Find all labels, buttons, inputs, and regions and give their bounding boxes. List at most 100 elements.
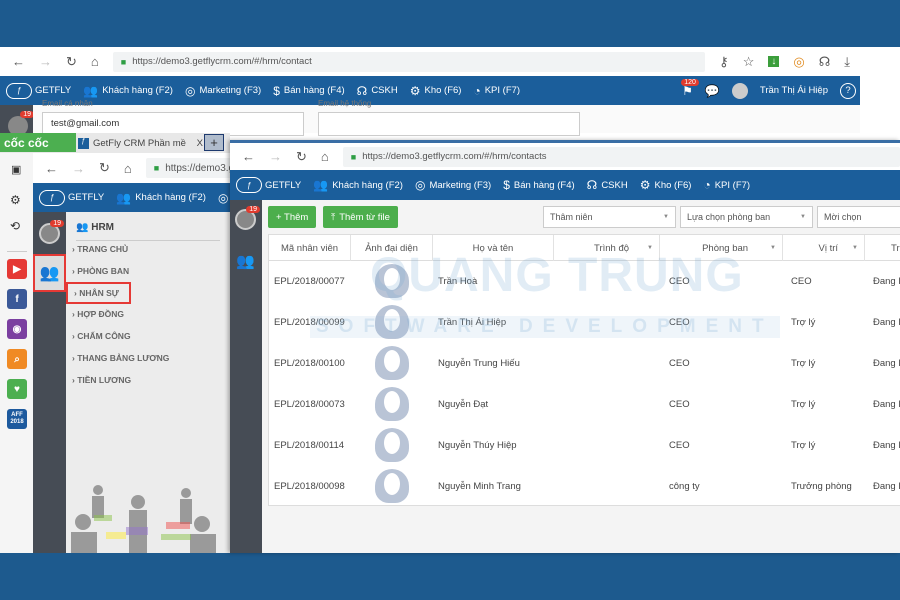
employee-id[interactable]: EPL/2018/00077 (274, 261, 345, 302)
getfly-logo[interactable]: ƒ GETFLY (6, 82, 71, 99)
email-system-field[interactable] (318, 112, 580, 136)
target-icon[interactable]: ◎ (218, 191, 228, 205)
seniority-select[interactable]: Thâm niên ▼ (543, 206, 676, 228)
reload-icon[interactable]: ↻ (99, 160, 110, 176)
employee-department: CEO (669, 358, 690, 369)
tab-getfly[interactable]: ƒ GetFly CRM Phần mề X (78, 135, 203, 152)
table-row[interactable]: EPL/2018/00073 Nguyễn Đạt CEO Trợ lý Đan… (269, 384, 900, 425)
coccoc-logo[interactable]: cốc cốc (0, 133, 76, 152)
menu-item-tien-luong[interactable]: › TIỀN LƯƠNG (72, 375, 131, 385)
avatar[interactable]: 19 (235, 206, 260, 230)
new-tab-button[interactable]: + (204, 134, 224, 151)
forward-icon[interactable]: → (269, 149, 282, 164)
address-bar[interactable]: ■ https://demo3.getflycrm.com/#/hrm/conta… (112, 51, 706, 72)
flag-notifications[interactable]: ⚑ 120 (681, 78, 699, 98)
address-bar[interactable]: ■ https://demo3.getflycrm.com/#/hrm/conta… (342, 146, 900, 167)
search-icon[interactable]: ⌕ (7, 349, 27, 369)
back-icon[interactable]: ← (45, 161, 58, 176)
headset-icon[interactable]: ☊ (819, 54, 831, 70)
menu-item-nhan-su[interactable]: › NHÂN SỰ (66, 282, 131, 304)
employee-id[interactable]: EPL/2018/00114 (274, 425, 344, 466)
table-row[interactable]: EPL/2018/00099 Trần Thị Ái Hiệp CEO Trợ … (269, 302, 900, 343)
employee-table: Mã nhân viên Ảnh đại diện Họ và tên Trìn… (268, 234, 900, 506)
table-row[interactable]: EPL/2018/00100 Nguyễn Trung Hiếu CEO Trợ… (269, 343, 900, 384)
menu-item-cham-cong[interactable]: › CHẤM CÔNG (72, 331, 131, 341)
sidebar-toggle-icon[interactable]: ▣ (11, 163, 21, 176)
nav-khach-hang[interactable]: 👥 Khách hàng (F2) (313, 178, 403, 192)
import-file-button[interactable]: ⤒ Thêm từ file (323, 206, 398, 228)
nav-cskh[interactable]: ☊ CSKH (357, 84, 398, 98)
home-icon[interactable]: ⌂ (321, 149, 329, 164)
nav-marketing[interactable]: ◎ Marketing (F3) (185, 84, 261, 98)
getfly-logo[interactable]: ƒ GETFLY (236, 177, 301, 193)
col-trinh-do[interactable]: Trình độ ▼ (554, 235, 660, 261)
avatar[interactable]: 19 (39, 220, 64, 244)
nav-kho[interactable]: ⚙ Kho (F6) (640, 178, 692, 192)
reload-icon[interactable]: ↻ (296, 149, 307, 165)
getfly-logo[interactable]: ƒ GETFLY (39, 189, 104, 206)
download-icon[interactable]: ⤓ (844, 54, 850, 70)
employee-id[interactable]: EPL/2018/00098 (274, 466, 345, 505)
nav-ban-hang[interactable]: $ Bán hàng (F4) (273, 84, 344, 98)
nav-kho[interactable]: ⚙ Kho (F6) (410, 84, 462, 98)
nav-khach-hang[interactable]: 👥 Khách hàng (F2) (116, 191, 206, 205)
employee-name[interactable]: Trần Thị Ái Hiệp (438, 302, 506, 343)
close-tab-icon[interactable]: X (197, 138, 203, 149)
back-icon[interactable]: ← (12, 54, 25, 69)
employee-name[interactable]: Nguyễn Trung Hiếu (438, 343, 520, 384)
table-row[interactable]: EPL/2018/00077 Trần Hoà CEO CEO Đang l (269, 261, 900, 302)
table-row[interactable]: EPL/2018/00098 Nguyễn Minh Trang công ty… (269, 466, 900, 505)
menu-item-trang-chu[interactable]: › TRANG CHỦ (72, 244, 128, 254)
employee-id[interactable]: EPL/2018/00099 (274, 302, 345, 343)
address-bar[interactable]: ■ https://demo3.g (145, 158, 235, 178)
user-name[interactable]: Trần Thị Ái Hiệp (760, 85, 828, 96)
browser-icon[interactable]: ◉ (7, 319, 27, 339)
home-icon[interactable]: ⌂ (91, 54, 99, 69)
department-select[interactable]: Lựa chọn phòng ban ▼ (680, 206, 813, 228)
user-avatar[interactable] (731, 82, 748, 99)
avatar (375, 305, 409, 339)
forward-icon[interactable]: → (72, 161, 85, 176)
employee-name[interactable]: Trần Hoà (438, 261, 477, 302)
facebook-icon[interactable]: f (7, 289, 27, 309)
chat-icon[interactable]: 💬 (705, 84, 720, 98)
col-vi-tri[interactable]: Vị trí ▼ (783, 235, 865, 261)
hrm-sidebar-item[interactable]: 👥 (33, 254, 66, 292)
employee-name[interactable]: Nguyễn Thúy Hiệp (438, 425, 517, 466)
nav-khach-hang[interactable]: 👥 Khách hàng (F2) (83, 84, 173, 98)
back-icon[interactable]: ← (242, 149, 255, 164)
nav-kpi[interactable]: ◔ KPI (F7) (473, 84, 520, 98)
star-icon[interactable]: ☆ (743, 54, 755, 70)
gear-icon[interactable]: ⚙ (10, 193, 21, 207)
add-button[interactable]: + Thêm (268, 206, 317, 228)
download-ext-icon[interactable]: ↓ (768, 56, 780, 67)
key-icon[interactable]: ⚷ (719, 54, 729, 70)
help-icon[interactable]: ? (840, 82, 856, 99)
nav-ban-hang[interactable]: $ Bán hàng (F4) (503, 178, 574, 192)
menu-item-hop-dong[interactable]: › HỢP ĐỒNG (72, 309, 124, 319)
nav-cskh[interactable]: ☊ CSKH (587, 178, 628, 192)
col-ho-va-ten[interactable]: Họ và tên (433, 235, 554, 261)
users-icon[interactable]: 👥 (236, 252, 255, 270)
col-trang-thai[interactable]: Tr (865, 235, 900, 261)
forward-icon[interactable]: → (39, 54, 52, 69)
col-phong-ban[interactable]: Phòng ban ▼ (660, 235, 783, 261)
employee-name[interactable]: Nguyễn Đạt (438, 384, 488, 425)
home-icon[interactable]: ⌂ (124, 161, 132, 176)
youtube-icon[interactable]: ▶ (7, 259, 27, 279)
extension-icon[interactable]: ◎ (793, 54, 804, 70)
table-row[interactable]: EPL/2018/00114 Nguyễn Thúy Hiệp CEO Trợ … (269, 425, 900, 466)
nav-kpi[interactable]: ◔ KPI (F7) (703, 178, 750, 192)
aff-icon[interactable]: AFF 2018 (7, 409, 27, 429)
col-ma-nhan-vien[interactable]: Mã nhân viên (269, 235, 351, 261)
map-icon[interactable]: ♥ (7, 379, 27, 399)
choose-select[interactable]: Mời chọn (817, 206, 900, 228)
menu-item-thang-bang-luong[interactable]: › THANG BẢNG LƯƠNG (72, 353, 169, 363)
employee-id[interactable]: EPL/2018/00100 (274, 343, 345, 384)
employee-name[interactable]: Nguyễn Minh Trang (438, 466, 521, 505)
employee-id[interactable]: EPL/2018/00073 (274, 384, 345, 425)
menu-item-phong-ban[interactable]: › PHÒNG BAN (72, 266, 129, 276)
nav-marketing[interactable]: ◎ Marketing (F3) (415, 178, 491, 192)
history-icon[interactable]: ⟲ (10, 219, 20, 233)
reload-icon[interactable]: ↻ (66, 54, 77, 70)
